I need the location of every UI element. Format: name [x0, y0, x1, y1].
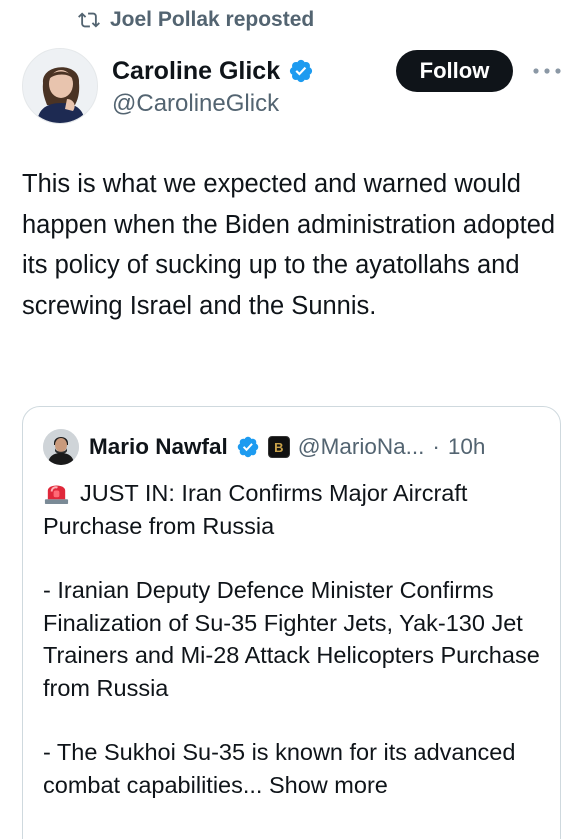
- show-more-link[interactable]: Show more: [269, 772, 388, 798]
- affiliate-badge-icon[interactable]: B: [267, 436, 290, 458]
- quoted-timestamp[interactable]: 10h: [448, 434, 486, 460]
- author-avatar[interactable]: [22, 48, 98, 124]
- profile-photo-icon: [43, 429, 79, 465]
- more-options-button[interactable]: [527, 56, 567, 86]
- verified-badge-icon: [290, 59, 313, 83]
- author-handle[interactable]: @CarolineGlick: [112, 88, 314, 120]
- tweet-text: This is what we expected and warned woul…: [22, 170, 556, 320]
- verified-badge-icon: [237, 436, 259, 458]
- repost-text: Joel Pollak reposted: [110, 8, 315, 31]
- follow-button[interactable]: Follow: [396, 50, 513, 92]
- repost-icon: [78, 12, 100, 28]
- more-dots-icon: [533, 68, 561, 74]
- quoted-paragraph-1: - Iranian Deputy Defence Minister Confir…: [43, 577, 540, 701]
- author-display-name[interactable]: Caroline Glick: [112, 56, 280, 86]
- quoted-headline: JUST IN: Iran Confirms Major Aircraft Pu…: [43, 480, 468, 539]
- quoted-tweet-body: JUST IN: Iran Confirms Major Aircraft Pu…: [43, 477, 548, 801]
- tweet-header: Caroline Glick @CarolineGlick Follow: [22, 48, 568, 128]
- quoted-author-name[interactable]: Mario Nawfal: [89, 434, 228, 460]
- quoted-tweet[interactable]: Mario Nawfal B @MarioNa... · 10h JUST IN…: [22, 406, 561, 839]
- quoted-author-handle[interactable]: @MarioNa...: [298, 434, 425, 460]
- repost-indicator[interactable]: Joel Pollak reposted: [78, 6, 314, 34]
- quoted-tweet-header: Mario Nawfal B @MarioNa... · 10h: [43, 429, 485, 465]
- profile-photo-icon: [23, 49, 97, 123]
- siren-emoji-icon: [44, 485, 69, 505]
- quoted-author-avatar[interactable]: [43, 429, 79, 465]
- dot-separator: ·: [432, 434, 440, 459]
